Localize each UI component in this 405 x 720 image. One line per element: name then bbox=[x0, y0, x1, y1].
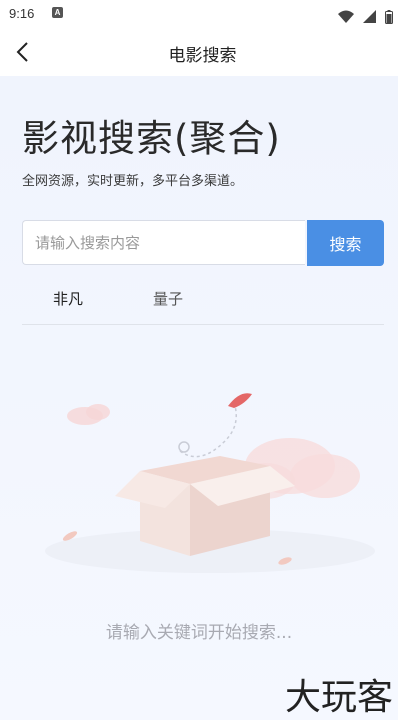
app-bar: 电影搜索 bbox=[0, 30, 405, 74]
watermark: 大玩客 bbox=[284, 677, 393, 718]
empty-state-hint: 请输入关键词开始搜索... bbox=[105, 623, 293, 643]
source-tabs: 非凡 量子 bbox=[22, 288, 384, 325]
status-icons bbox=[334, 6, 393, 24]
status-bar: 9:16 A bbox=[0, 0, 405, 30]
search-input[interactable] bbox=[22, 220, 305, 265]
search-bar: 搜索 bbox=[22, 220, 384, 267]
notification-app-icon: A bbox=[52, 7, 63, 18]
right-edge bbox=[398, 30, 405, 720]
signal-icon bbox=[362, 10, 376, 23]
empty-box-illustration bbox=[45, 393, 375, 573]
tab-feifan[interactable]: 非凡 bbox=[53, 288, 83, 309]
page-title: 电影搜索 bbox=[168, 46, 237, 66]
main-content: 影视搜索(聚合) 全网资源，实时更新，多平台多渠道。 搜索 非凡 量子 请输入关… bbox=[0, 76, 398, 720]
status-time: 9:16 bbox=[9, 6, 35, 21]
battery-icon bbox=[385, 9, 393, 24]
tab-liangzi[interactable]: 量子 bbox=[153, 288, 183, 309]
hero-title: 影视搜索(聚合) bbox=[22, 117, 281, 160]
hero-subtitle: 全网资源，实时更新，多平台多渠道。 bbox=[22, 174, 244, 189]
wifi-icon bbox=[337, 10, 354, 23]
search-button[interactable]: 搜索 bbox=[307, 220, 384, 266]
